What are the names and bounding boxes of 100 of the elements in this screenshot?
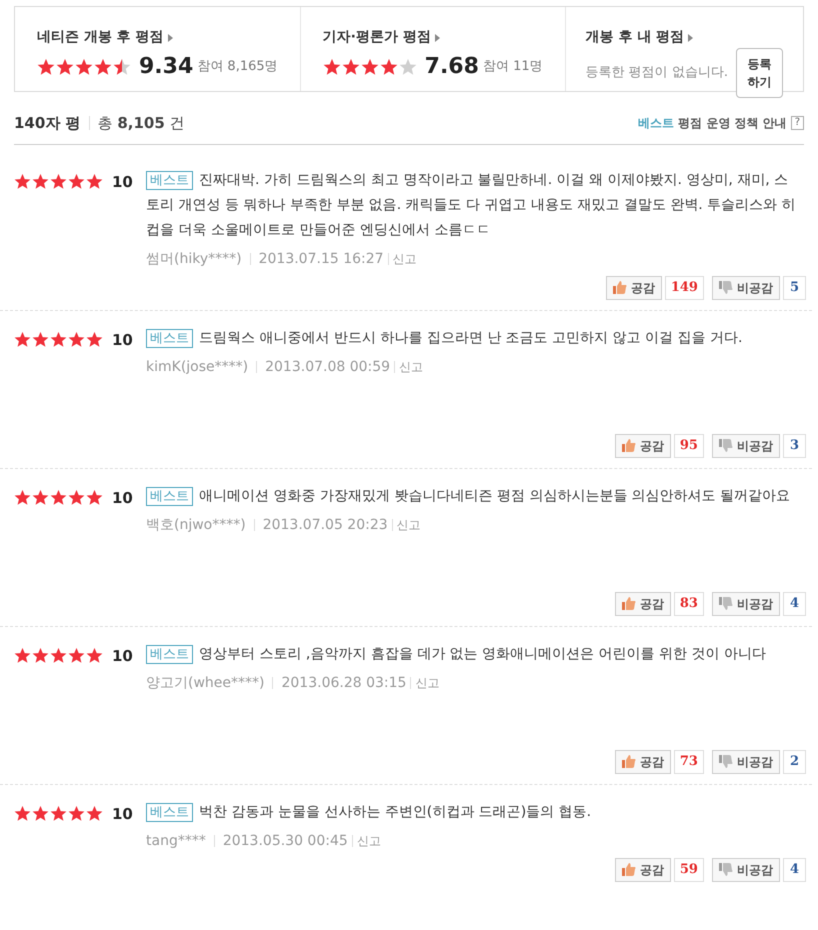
star-icon [68, 805, 85, 822]
star-icon [32, 489, 49, 506]
review-score: 10 [112, 488, 133, 508]
dislike-button[interactable]: 비공감 [712, 750, 780, 774]
star-icon [32, 173, 49, 190]
star-icon [86, 647, 103, 664]
star-icon [14, 173, 31, 190]
review-score: 10 [112, 646, 133, 666]
like-count: 83 [674, 592, 704, 616]
star-icon [50, 647, 67, 664]
arrow-icon [434, 34, 440, 42]
star-icon [75, 58, 93, 76]
thumbs-down-icon [718, 439, 733, 452]
star-icon [94, 58, 112, 76]
review-text: 베스트 진짜대박. 가히 드림웍스의 최고 명작이라고 불릴만하네. 이걸 왜 이제야봤지. 영상미, 재미, 스토리 개연성 등 뭐하나 부족한 부분 없음. 캐릭들도 다 귀엽고 내용도 재밌고 결말도 완벽. 투슬리스와 히컵을 더욱 소울메이트로 만들어준 엔딩신에서 소름ㄷㄷ [146, 170, 797, 240]
star-icon [50, 805, 67, 822]
star-icon [322, 58, 341, 76]
best-badge: 베스트 [146, 170, 193, 190]
arrow-icon [168, 34, 173, 42]
star-icon [68, 331, 85, 348]
rating-title[interactable]: 네티즌 개봉 후 평점 [37, 27, 164, 48]
like-button[interactable]: 공감 [614, 592, 671, 616]
dislike-button[interactable]: 비공감 [712, 434, 780, 458]
star-icon [68, 489, 85, 506]
star-icon [68, 647, 85, 664]
thumbs-down-icon [718, 863, 733, 876]
star-icon [32, 805, 49, 822]
star-icon [56, 58, 74, 76]
dislike-button[interactable]: 비공감 [712, 592, 780, 616]
participant-count: 참여 8,165명 [197, 58, 278, 76]
like-count: 59 [674, 858, 704, 882]
star-icon [380, 58, 398, 76]
thumbs-up-icon [612, 281, 627, 294]
star-icon [50, 173, 67, 190]
thumbs-down-icon [718, 281, 733, 294]
dislike-count: 4 [782, 858, 806, 882]
star-icon [32, 647, 49, 664]
section-title: 140자 평 [14, 113, 81, 134]
dislike-count: 3 [782, 434, 806, 458]
review-score: 10 [112, 804, 133, 824]
like-button[interactable]: 공감 [614, 858, 671, 882]
star-icon [32, 331, 49, 348]
star-icon [86, 331, 103, 348]
thumbs-up-icon [622, 597, 636, 610]
participant-count: 참여 11명 [482, 58, 543, 76]
thumbs-up-icon [622, 863, 636, 876]
dislike-count: 5 [782, 276, 806, 300]
like-count: 95 [674, 434, 704, 458]
like-button[interactable]: 공감 [606, 276, 662, 300]
review-date: 2013.07.15 16:27 [258, 250, 384, 268]
like-button[interactable]: 공감 [614, 750, 671, 774]
star-icon [360, 58, 379, 76]
review-score: 10 [112, 172, 133, 192]
review-text: 베스트 영상부터 스토리 ,음악까지 흠잡을 데가 없는 영화애니메이션은 어린이를 위한 것이 아니다 [146, 642, 798, 666]
thumbs-up-icon [622, 755, 636, 768]
star-icon [86, 489, 103, 506]
rating-title[interactable]: 개봉 후 내 평점 [586, 27, 684, 48]
best-badge: 베스트 [146, 486, 193, 506]
thumbs-up-icon [622, 439, 636, 452]
star-icon [14, 331, 31, 348]
review-date: 2013.05.30 00:45 [222, 832, 348, 850]
thumbs-down-icon [718, 597, 733, 610]
star-icon [113, 58, 131, 76]
star-icon [50, 489, 67, 506]
star-icon [14, 805, 31, 822]
best-badge: 베스트 [146, 802, 193, 822]
like-button[interactable]: 공감 [614, 434, 671, 458]
review-text: 베스트 애니메이션 영화중 가장재밌게 봣습니다네티즌 평점 의심하시는분들 의심안하셔도 될꺼같아요 [146, 484, 798, 508]
dislike-button[interactable]: 비공감 [712, 276, 780, 300]
star-icon [86, 173, 103, 190]
best-badge: 베스트 [146, 644, 193, 664]
dislike-count: 4 [782, 592, 806, 616]
review-text: 베스트 드림웍스 애니중에서 반드시 하나를 집으라면 난 조금도 고민하지 않고 이걸 집을 거다. [146, 326, 798, 350]
star-icon [68, 173, 85, 190]
rating-score: 9.34 [139, 53, 194, 81]
star-icon [398, 58, 417, 76]
review-date: 2013.07.08 00:59 [265, 358, 390, 376]
review-date: 2013.07.05 20:23 [262, 516, 388, 534]
review-date: 2013.06.28 03:15 [281, 674, 406, 692]
star-icon [37, 58, 55, 76]
dislike-button[interactable]: 비공감 [712, 858, 780, 882]
arrow-icon [688, 34, 694, 42]
review-score: 10 [112, 330, 133, 350]
review-text: 베스트 벅찬 감동과 눈물을 선사하는 주변인(히컵과 드래곤)들의 협동. [146, 800, 798, 824]
best-badge: 베스트 [146, 328, 193, 348]
rating-title[interactable]: 기자·평론가 평점 [322, 27, 431, 48]
help-button[interactable]: ? [790, 116, 804, 130]
star-icon [86, 805, 103, 822]
star-icon [14, 647, 31, 664]
star-icon [14, 489, 31, 506]
policy-link[interactable]: 베스트 평점 운영 정책 안내 [638, 114, 787, 132]
total-count: 총 8,105 건 [98, 113, 185, 134]
rating-score: 7.68 [424, 53, 479, 81]
thumbs-down-icon [718, 755, 733, 768]
like-count: 149 [664, 276, 704, 300]
empty-message: 등록한 평점이 없습니다. [586, 64, 728, 82]
register-button[interactable]: 등록하기 [736, 48, 783, 98]
star-icon [50, 331, 67, 348]
like-count: 73 [674, 750, 704, 774]
dislike-count: 2 [782, 750, 806, 774]
